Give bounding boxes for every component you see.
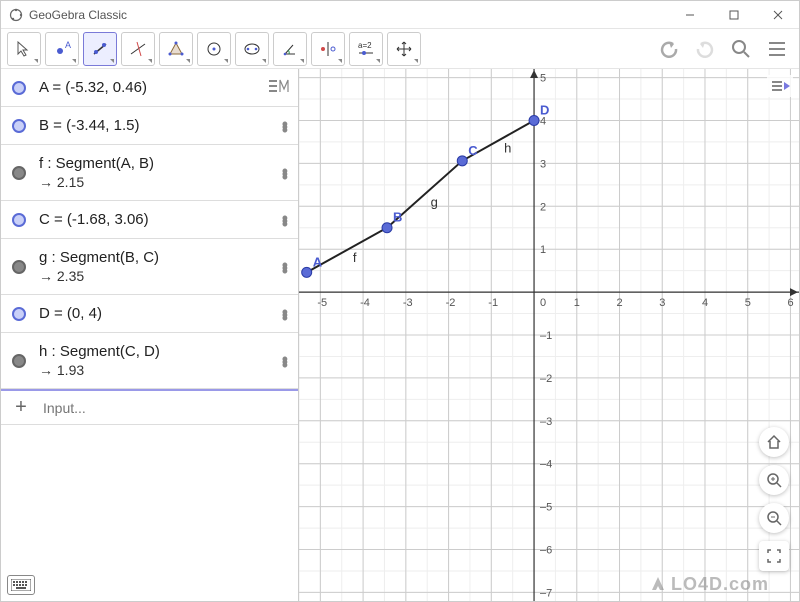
visibility-toggle[interactable] — [9, 116, 29, 136]
algebra-expression: C = (-1.68, 3.06) — [39, 211, 278, 228]
tool-slider[interactable]: a=2 — [349, 32, 383, 66]
svg-text:f: f — [353, 250, 357, 265]
tool-ellipse[interactable] — [235, 32, 269, 66]
tool-perpendicular[interactable] — [121, 32, 155, 66]
visibility-toggle[interactable] — [9, 78, 29, 98]
watermark: LO4D.com — [649, 574, 769, 595]
algebra-row[interactable]: C = (-1.68, 3.06)••• — [1, 201, 298, 239]
more-options-button[interactable]: ••• — [278, 121, 292, 130]
visibility-toggle[interactable] — [9, 304, 29, 324]
toolbar: A a=2 — [1, 29, 799, 69]
svg-text:–3: –3 — [540, 416, 552, 428]
tool-move[interactable] — [7, 32, 41, 66]
home-button[interactable] — [759, 427, 789, 457]
svg-text:-5: -5 — [317, 297, 327, 309]
algebra-row[interactable]: B = (-3.44, 1.5)••• — [1, 107, 298, 145]
svg-text:1: 1 — [540, 244, 546, 256]
zoom-out-button[interactable] — [759, 503, 789, 533]
maximize-button[interactable] — [721, 5, 747, 25]
svg-text:A: A — [65, 40, 71, 50]
svg-text:-2: -2 — [446, 297, 456, 309]
algebra-input[interactable] — [41, 399, 298, 417]
svg-text:6: 6 — [787, 297, 793, 309]
svg-text:0: 0 — [540, 297, 546, 309]
algebra-row[interactable]: h : Segment(C, D)→ 1.93••• — [1, 333, 298, 389]
input-row: + — [1, 389, 298, 425]
algebra-expression: f : Segment(A, B)→ 2.15 — [39, 155, 278, 190]
fullscreen-button[interactable] — [759, 541, 789, 571]
svg-text:2: 2 — [540, 201, 546, 213]
virtual-keyboard-button[interactable] — [7, 575, 35, 595]
svg-text:-4: -4 — [360, 297, 370, 309]
more-options-button[interactable]: ••• — [278, 215, 292, 224]
svg-text:4: 4 — [702, 297, 708, 309]
redo-button[interactable] — [689, 33, 721, 65]
svg-text:3: 3 — [540, 158, 546, 170]
svg-text:–1: –1 — [540, 330, 552, 342]
visibility-toggle[interactable] — [9, 351, 29, 371]
svg-text:–2: –2 — [540, 373, 552, 385]
visibility-toggle[interactable] — [9, 210, 29, 230]
svg-text:1: 1 — [574, 297, 580, 309]
stylebar-toggle[interactable] — [767, 75, 793, 97]
search-button[interactable] — [725, 33, 757, 65]
algebra-expression: D = (0, 4) — [39, 305, 278, 322]
tool-move-view[interactable] — [387, 32, 421, 66]
svg-text:–6: –6 — [540, 545, 552, 557]
svg-text:D: D — [540, 102, 549, 117]
visibility-toggle[interactable] — [9, 163, 29, 183]
more-options-button[interactable]: ••• — [278, 309, 292, 318]
zoom-in-button[interactable] — [759, 465, 789, 495]
window-title: GeoGebra Classic — [29, 8, 127, 22]
undo-button[interactable] — [653, 33, 685, 65]
tool-angle[interactable] — [273, 32, 307, 66]
algebra-row[interactable]: f : Segment(A, B)→ 2.15••• — [1, 145, 298, 201]
svg-text:g: g — [431, 194, 438, 209]
title-bar: GeoGebra Classic — [1, 1, 799, 29]
algebra-expression: B = (-3.44, 1.5) — [39, 117, 278, 134]
close-button[interactable] — [765, 5, 791, 25]
tool-line[interactable] — [83, 32, 117, 66]
svg-text:A: A — [313, 254, 323, 269]
algebra-row[interactable]: g : Segment(B, C)→ 2.35••• — [1, 239, 298, 295]
tool-reflect[interactable] — [311, 32, 345, 66]
svg-text:–4: –4 — [540, 459, 552, 471]
algebra-row[interactable]: D = (0, 4)••• — [1, 295, 298, 333]
svg-text:B: B — [393, 210, 402, 225]
app-icon — [9, 8, 23, 22]
algebra-view: A = (-5.32, 0.46)•••B = (-3.44, 1.5)•••f… — [1, 69, 299, 601]
svg-text:-1: -1 — [488, 297, 498, 309]
tool-point[interactable]: A — [45, 32, 79, 66]
minimize-button[interactable] — [677, 5, 703, 25]
svg-text:2: 2 — [617, 297, 623, 309]
svg-text:3: 3 — [659, 297, 665, 309]
svg-text:h: h — [504, 141, 511, 156]
more-options-button[interactable]: ••• — [278, 356, 292, 365]
more-options-button[interactable]: ••• — [278, 262, 292, 271]
symbolic-toggle[interactable] — [266, 75, 292, 97]
algebra-expression: h : Segment(C, D)→ 1.93 — [39, 343, 278, 378]
tool-polygon[interactable] — [159, 32, 193, 66]
algebra-expression: g : Segment(B, C)→ 2.35 — [39, 249, 278, 284]
svg-text:C: C — [468, 143, 478, 158]
graphics-view[interactable]: -5-4-3-2-1123456–7–6–5–4–3–2–1123450fghA… — [299, 69, 799, 601]
tool-circle[interactable] — [197, 32, 231, 66]
svg-text:–5: –5 — [540, 502, 552, 514]
svg-text:–7: –7 — [540, 587, 552, 599]
algebra-expression: A = (-5.32, 0.46) — [39, 79, 292, 96]
svg-text:-3: -3 — [403, 297, 413, 309]
svg-text:5: 5 — [540, 73, 546, 85]
visibility-toggle[interactable] — [9, 257, 29, 277]
svg-text:a=2: a=2 — [358, 41, 372, 50]
add-icon[interactable]: + — [1, 396, 41, 419]
menu-button[interactable] — [761, 33, 793, 65]
svg-text:5: 5 — [745, 297, 751, 309]
more-options-button[interactable]: ••• — [278, 168, 292, 177]
algebra-row[interactable]: A = (-5.32, 0.46)••• — [1, 69, 298, 107]
